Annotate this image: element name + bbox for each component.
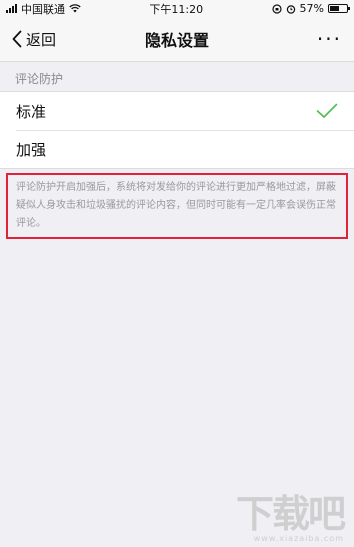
- wifi-icon: [69, 4, 81, 13]
- signal-icon: [6, 4, 17, 13]
- option-label: 加强: [16, 140, 47, 159]
- navigation-bar: 返回 隐私设置 ···: [0, 17, 354, 62]
- alarm-icon: [286, 4, 295, 14]
- clock: 下午11:20: [149, 2, 204, 16]
- option-standard[interactable]: 标准: [0, 92, 354, 130]
- status-left: 中国联通: [6, 1, 81, 17]
- battery-icon: [328, 4, 350, 13]
- option-label: 标准: [16, 102, 47, 121]
- section-header: 评论防护: [15, 72, 64, 86]
- back-label: 返回: [26, 30, 57, 49]
- battery-percent: 57%: [299, 2, 324, 15]
- option-enhanced[interactable]: 加强: [0, 130, 354, 168]
- back-button[interactable]: 返回: [0, 29, 56, 50]
- status-right: 57%: [271, 2, 350, 15]
- checkmark-icon: [316, 103, 338, 118]
- comment-protection-options: 标准 加强: [0, 91, 354, 169]
- description-text: 评论防护开启加强后，系统将对发给你的评论进行更加严格地过滤，屏蔽疑似人身攻击和垃…: [16, 182, 336, 229]
- orientation-lock-icon: [271, 3, 282, 14]
- description-highlight: 评论防护开启加强后，系统将对发给你的评论进行更加严格地过滤，屏蔽疑似人身攻击和垃…: [6, 173, 348, 239]
- chevron-left-icon: [12, 30, 22, 48]
- carrier-label: 中国联通: [21, 2, 65, 16]
- more-button[interactable]: ···: [317, 27, 342, 51]
- status-bar: 中国联通 下午11:20 57%: [0, 0, 354, 17]
- battery-fill: [330, 6, 339, 11]
- watermark-logo: 下载吧 www.xiazaiba.com: [235, 492, 346, 543]
- watermark-brand: 下载吧: [235, 492, 346, 536]
